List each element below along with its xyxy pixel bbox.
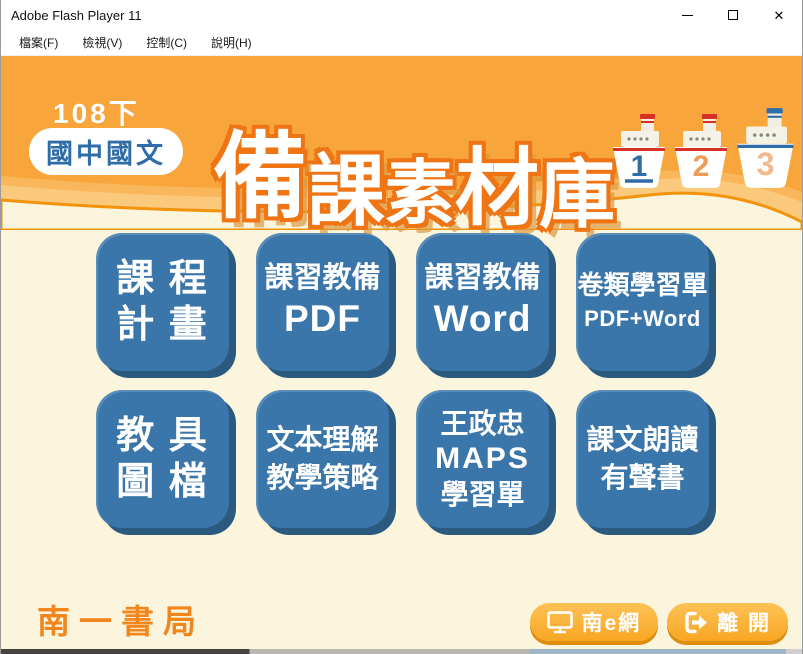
book-volume-tabs: 1 2: [611, 106, 796, 190]
tile-label-line: 圖 檔: [116, 459, 209, 505]
exit-label: 離 開: [717, 607, 771, 637]
resource-tile-grid: 課 程 計 畫 課習教備 PDF 課習教備 Word 卷類學習單 PDF+Wor…: [96, 233, 709, 528]
tile-audiobook[interactable]: 課文朗讀 有聲書: [576, 390, 709, 528]
close-icon: ✕: [774, 9, 785, 22]
exit-icon: [684, 611, 709, 634]
tile-label-line: 課習教備: [424, 261, 540, 296]
title-char: 素: [385, 158, 455, 228]
tile-label-line: 有聲書: [600, 459, 684, 497]
tile-keshi-jiaobei-pdf[interactable]: 課習教備 PDF: [256, 233, 389, 371]
tile-label-line: 文本理解: [266, 421, 378, 459]
nan-e-web-button[interactable]: 南e網: [530, 603, 658, 641]
tile-label-line: 課 程: [116, 256, 209, 302]
tile-label-line: Word: [434, 295, 532, 343]
tile-label-line: MAPS: [435, 441, 530, 477]
tile-worksheets-pdf-word[interactable]: 卷類學習單 PDF+Word: [576, 233, 709, 371]
title-char: 課: [307, 152, 385, 230]
desktop-sliver: [1, 649, 802, 654]
menu-help[interactable]: 說明(H): [201, 31, 262, 54]
nan-e-web-label: 南e網: [581, 607, 641, 637]
menu-bar: 檔案(F) 檢視(V) 控制(C) 說明(H): [1, 30, 802, 56]
title-char: 材: [455, 146, 539, 230]
tile-label-line: 教學策略: [266, 459, 378, 497]
flash-player-window: Adobe Flash Player 11 ✕ 檔案(F) 檢視(V) 控制(C…: [0, 0, 803, 654]
tile-label-line: PDF+Word: [584, 302, 701, 335]
footer-buttons: 南e網 離 開: [530, 603, 788, 641]
subject-badge: 國中國文: [29, 128, 183, 175]
minimize-icon: [682, 15, 693, 16]
tile-label-line: 課習教備: [264, 261, 380, 296]
tile-keshi-jiaobei-word[interactable]: 課習教備 Word: [416, 233, 549, 371]
title-bar: Adobe Flash Player 11 ✕: [1, 0, 802, 30]
title-char: 庫: [539, 158, 615, 234]
tile-maps-worksheet[interactable]: 王政忠 MAPS 學習單: [416, 390, 549, 528]
semester-label: 108下: [53, 92, 140, 132]
menu-control[interactable]: 控制(C): [136, 31, 197, 54]
tile-text-comprehension[interactable]: 文本理解 教學策略: [256, 390, 389, 528]
maximize-icon: [728, 10, 738, 20]
boat-tab-3[interactable]: 3: [735, 106, 796, 190]
header-banner: 108下 國中國文 備 課 素 材 庫: [1, 56, 802, 230]
window-title: Adobe Flash Player 11: [1, 8, 664, 23]
tile-label-line: 王政忠: [440, 406, 524, 441]
tile-label-line: PDF: [284, 295, 361, 343]
title-char: 備: [213, 130, 307, 224]
tile-label-line: 學習單: [440, 477, 524, 512]
boat-tab-1[interactable]: 1: [611, 112, 667, 190]
menu-view[interactable]: 檢視(V): [72, 31, 132, 54]
publisher-logo: 南一書局: [37, 595, 205, 643]
boat-tab-2[interactable]: 2: [673, 112, 729, 190]
tile-label-line: 課文朗讀: [586, 421, 698, 459]
tile-label-line: 計 畫: [116, 302, 209, 348]
flash-stage: 108下 國中國文 備 課 素 材 庫: [1, 56, 802, 649]
boat-number-1: 1: [631, 150, 648, 183]
tile-teaching-aids[interactable]: 教 具 圖 檔: [96, 390, 229, 528]
boat-number-3: 3: [757, 146, 775, 182]
close-button[interactable]: ✕: [756, 0, 802, 30]
minimize-button[interactable]: [664, 0, 710, 30]
boat-number-2: 2: [693, 150, 710, 183]
app-title: 備 課 素 材 庫: [213, 60, 613, 230]
window-controls: ✕: [664, 0, 802, 30]
tile-label-line: 教 具: [116, 413, 209, 459]
exit-button[interactable]: 離 開: [667, 603, 788, 641]
maximize-button[interactable]: [710, 0, 756, 30]
tile-label-line: 卷類學習單: [577, 269, 707, 302]
tile-course-plan[interactable]: 課 程 計 畫: [96, 233, 229, 371]
monitor-icon: [547, 611, 573, 634]
menu-file[interactable]: 檔案(F): [9, 31, 68, 54]
